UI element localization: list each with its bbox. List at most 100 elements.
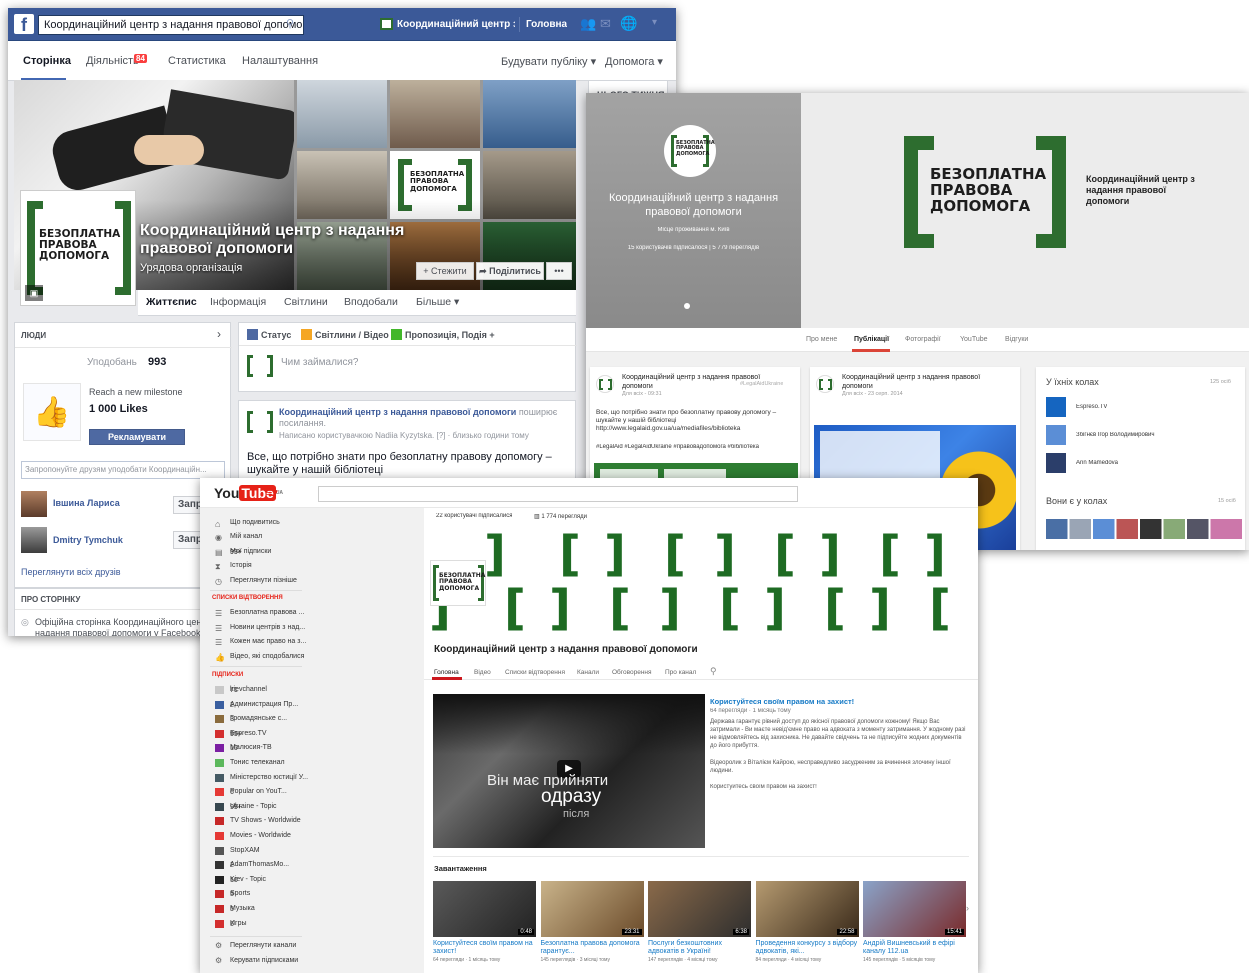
friend-name-2[interactable]: Dmitry Tymchuk [53,535,123,545]
follow-button[interactable]: + Стежити [416,262,474,280]
tab-activity[interactable]: Діяльність [86,55,139,67]
tab-settings[interactable]: Налаштування [242,55,318,67]
tab-page[interactable]: Сторінка [23,55,71,67]
circle-person-2[interactable]: Збігнєв Ігор Володимирович [1076,432,1155,438]
fb-top-page-name[interactable]: Координаційний центр з на... [397,19,515,30]
yt-nav-whats-on[interactable]: Що подивитись [230,519,280,526]
yt-tab-home[interactable]: Головна [434,669,459,676]
yt-tab-playlists[interactable]: Списки відтворення [505,669,565,676]
yt-upload-title[interactable]: Безоплатна правова допомога гарантує... [541,940,644,956]
circle-avatar-1[interactable] [1046,397,1066,417]
globe-notifications-icon[interactable]: 🌐 [620,15,637,32]
yt-upload-thumbnail[interactable]: 23:31 [540,881,644,937]
yt-tab-videos[interactable]: Відео [474,669,491,676]
post-author-link[interactable]: Координаційний центр з надання правової … [279,407,516,417]
yt-featured-title[interactable]: Користуйтеся своїм правом на захист! [710,697,854,706]
gplus-post-1-link[interactable]: http://www.legalaid.gov.ua/ua/mediafiles… [596,425,792,432]
camera-icon[interactable]: ▣ [25,285,43,301]
composer-input[interactable]: Чим займалися? [281,357,358,368]
yt-subscription-item[interactable]: Тонис телеканал [230,759,285,766]
yt-subscription-item[interactable]: StopXAM [230,847,260,854]
circle-person-3[interactable]: Ann Mamedova [1076,460,1118,466]
tab-photos[interactable]: Світлини [284,296,328,308]
yt-upload-thumbnail[interactable]: 6:38 [648,881,751,937]
friend-avatar-2[interactable] [21,527,47,553]
gplus-post-1-hashtags[interactable]: #LegalAid #LegalAidUkraine #правовадопом… [596,444,796,450]
gplus-tab-about[interactable]: Про мене [806,336,837,343]
profile-picture[interactable]: БЕЗОПЛАТНА ПРАВОВА ДОПОМОГА ▣ [20,190,136,306]
yt-upload-thumbnail[interactable]: 15:41 [863,881,966,937]
share-button[interactable]: ➦ Поділитись [476,262,544,280]
yt-nav-my-channel[interactable]: Мій канал [230,533,262,540]
chevron-right-icon[interactable]: › [966,903,969,913]
yt-browse-channels[interactable]: Переглянути канали [230,942,296,949]
composer-tab-status[interactable]: Статус [261,330,291,340]
yt-uploads-header[interactable]: Завантаження [434,864,487,873]
yt-playlist-liked[interactable]: Відео, які сподобалися [230,653,304,660]
home-icon: ⌂ [215,519,221,529]
yt-search-input[interactable] [318,486,798,502]
settings-chevron-icon[interactable]: ▾ [652,17,657,28]
yt-manage-subs[interactable]: Керувати підписками [230,957,298,964]
gplus-tab-reviews[interactable]: Відгуки [1005,336,1028,343]
invite-friends-input[interactable]: Запропонуйте друзям уподобати Координаці… [21,461,225,479]
gplus-post-2-author[interactable]: Координаційний центр з надання правової … [842,373,992,391]
tab-more[interactable]: Більше ▾ [416,296,459,308]
yt-upload-title[interactable]: Проведення конкурсу з відбору адвокатів,… [756,940,859,956]
tab-likes[interactable]: Вподобали [344,296,398,308]
yt-upload-thumbnail[interactable]: 0:48 [433,881,536,937]
gplus-tab-youtube[interactable]: YouTube [960,336,988,343]
yt-menu-icon[interactable]: ≡▾ [266,486,278,499]
gplus-post-1-tag[interactable]: #LegalAidUkraine [740,381,783,387]
yt-subscription-item[interactable]: Администрация Пр... [230,701,298,708]
more-options-button[interactable]: ••• [546,262,572,280]
search-icon[interactable]: ⚲ [710,666,717,677]
yt-nav-history[interactable]: Історія [230,562,252,569]
messages-icon[interactable]: ✉ [600,16,611,32]
yt-playlist-3[interactable]: Кожен має право на з... [230,638,306,645]
yt-tab-about[interactable]: Про канал [665,669,696,676]
yt-tab-discussion[interactable]: Обговорення [612,669,652,676]
yt-featured-player[interactable]: ▶ Він має прийняти одразу після [433,694,705,848]
yt-subscription-item[interactable]: Movies - Worldwide [230,832,291,839]
gplus-tab-photos[interactable]: Фотографії [905,336,941,343]
fb-search-input[interactable]: Координаційний центр з надання правової … [38,15,304,35]
gplus-avatar[interactable]: БЕЗОПЛАТНА ПРАВОВА ДОПОМОГА [664,125,716,177]
search-icon[interactable]: ⚲ [286,17,294,30]
yt-playlist-2[interactable]: Новини центрів з над... [230,624,305,631]
gplus-tab-posts[interactable]: Публікації [854,336,889,343]
tab-insights[interactable]: Статистика [168,55,226,67]
build-audience-menu[interactable]: Будувати публіку ▾ [501,55,596,68]
yt-upload-title[interactable]: Користуйтеся своїм правом на захист! [433,940,536,956]
friend-name-1[interactable]: Івшина Лариса [53,498,120,508]
friend-avatar-1[interactable] [21,491,47,517]
tab-info[interactable]: Інформація [210,296,266,308]
yt-nav-watch-later[interactable]: Переглянути пізніше [230,577,297,584]
fb-home-link[interactable]: Головна [526,19,567,30]
yt-channel-avatar[interactable]: БЕЗОПЛАТНА ПРАВОВА ДОПОМОГА [430,560,486,606]
yt-upload-thumbnail[interactable]: 22:58 [755,881,859,937]
yt-subscription-item[interactable]: Громадянське с... [230,715,287,722]
composer-tab-event[interactable]: Пропозиція, Подія + [405,330,495,340]
yt-subscription-item[interactable]: Popular on YouT... [230,788,287,795]
facebook-logo-icon[interactable]: f [14,14,34,35]
gplus-carousel-dot[interactable] [684,303,690,309]
yt-upload-title[interactable]: Послуги безкоштовних адвокатів в Україні… [648,940,751,956]
yt-subscription-item[interactable]: AdamThomasMo... [230,861,289,868]
yt-upload-title[interactable]: Андрій Вишневський в ефірі каналу 112.ua [863,940,966,956]
yt-playlist-1[interactable]: Безоплатна правова ... [230,609,304,616]
circle-avatar-2[interactable] [1046,425,1066,445]
yt-subscription-item[interactable]: Міністерство юстиції У... [230,774,308,781]
friend-requests-icon[interactable]: 👥 [580,16,596,32]
tab-timeline[interactable]: Життєпис [146,296,197,308]
yt-subscription-item[interactable]: TV Shows - Worldwide [230,817,301,824]
yt-tab-channels[interactable]: Канали [577,669,599,676]
circle-avatar-3[interactable] [1046,453,1066,473]
composer-tab-photo[interactable]: Світлини / Відео [315,330,389,340]
see-all-friends-link[interactable]: Переглянути всіх друзів [21,567,121,577]
help-menu[interactable]: Допомога ▾ [605,55,663,68]
promote-page-button[interactable]: Рекламувати сторінку [89,429,185,456]
circle-person-1[interactable]: Espreso.TV [1076,404,1107,410]
chevron-right-icon[interactable]: › [217,327,221,341]
page-category[interactable]: Урядова організація [140,262,242,274]
